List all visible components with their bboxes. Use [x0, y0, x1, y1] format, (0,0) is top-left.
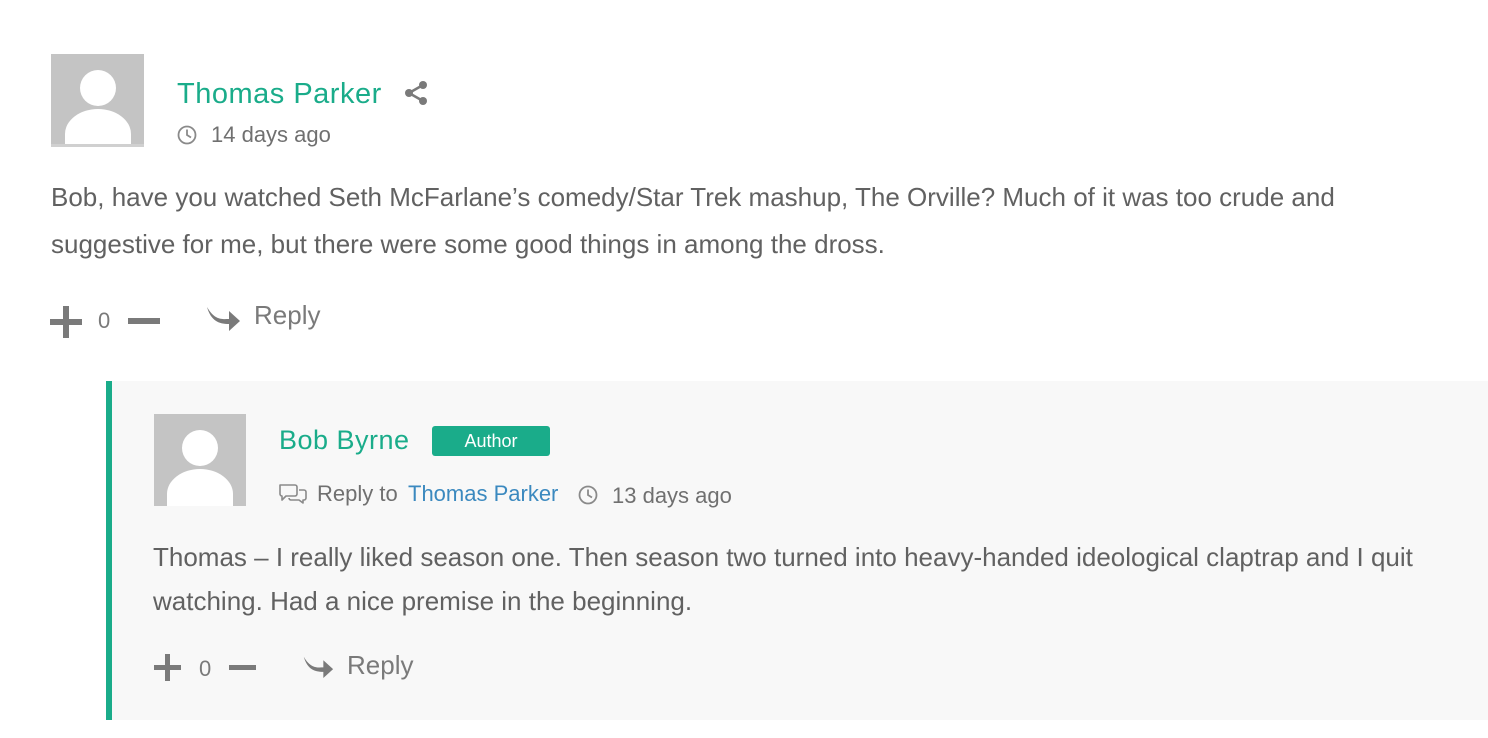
clock-icon: [578, 485, 598, 505]
reply-arrow-icon[interactable]: [205, 303, 241, 333]
clock-icon: [177, 125, 197, 145]
comment-timestamp: 13 days ago: [612, 483, 732, 508]
reply-to-author-link[interactable]: Thomas Parker: [408, 481, 558, 507]
avatar[interactable]: [154, 414, 246, 506]
avatar[interactable]: [51, 54, 144, 147]
avatar-body: [65, 109, 131, 144]
downvote-minus-icon[interactable]: [229, 665, 256, 670]
comment-thomas-parker: Thomas Parker 14 days ago Bob, have you …: [0, 0, 1488, 360]
avatar-body: [167, 469, 233, 506]
comment-body: Bob, have you watched Seth McFarlane’s c…: [51, 182, 1335, 259]
share-icon[interactable]: [403, 80, 429, 106]
reply-to-label: Reply to: [317, 481, 398, 506]
comment-author-name[interactable]: Bob Byrne: [279, 425, 410, 456]
vote-count: 0: [98, 308, 111, 333]
reply-arrow-icon[interactable]: [302, 653, 334, 680]
comment-author-name[interactable]: Thomas Parker: [177, 78, 382, 111]
reply-button[interactable]: Reply: [347, 650, 413, 681]
author-badge: Author: [432, 426, 550, 456]
reply-button[interactable]: Reply: [254, 300, 320, 331]
comment-timestamp: 14 days ago: [211, 122, 331, 147]
upvote-plus-icon[interactable]: [50, 306, 82, 338]
comment-body: Thomas – I really liked season one. Then…: [153, 542, 1413, 616]
speech-bubbles-icon: [279, 484, 307, 504]
upvote-plus-icon[interactable]: [154, 654, 181, 681]
avatar-head: [80, 70, 116, 106]
comment-bob-byrne: Bob Byrne Author Reply to Thomas Parker …: [106, 381, 1488, 720]
downvote-minus-icon[interactable]: [128, 318, 160, 324]
avatar-head: [182, 430, 218, 466]
vote-count: 0: [199, 656, 212, 681]
